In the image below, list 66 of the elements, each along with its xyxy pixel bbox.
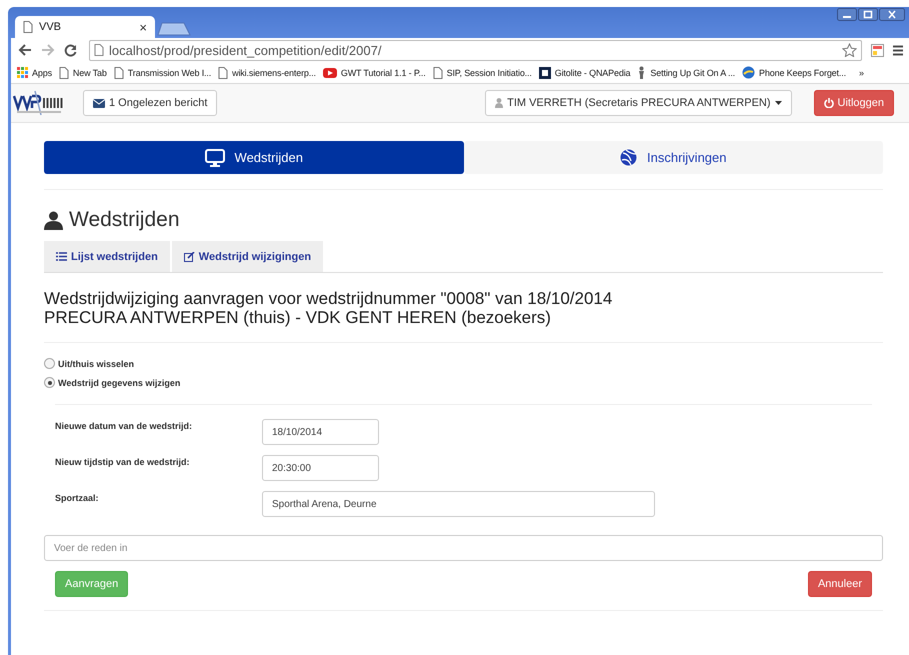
page-icon (218, 66, 228, 78)
figure-icon (637, 66, 646, 79)
minimize-icon[interactable] (837, 8, 857, 21)
reload-icon[interactable] (64, 44, 77, 56)
square-icon (538, 66, 551, 78)
power-icon (824, 98, 834, 108)
input-field[interactable]: Sporthal Arena, Deurne (262, 491, 655, 517)
section-tab[interactable]: Wedstrijden (44, 141, 464, 174)
request-title: Wedstrijdwijziging aanvragen voor wedstrijdnummer "0008" van 18/10/2014 (44, 289, 614, 308)
request-title: PRECURA ANTWERPEN (thuis) - VDK GENT HEREN (bezoekers) (44, 308, 552, 327)
bookmark[interactable]: Transmission Web I... (114, 66, 212, 78)
volleyball-icon (620, 149, 637, 166)
bookmark[interactable]: GWT Tutorial 1.1 - P... (322, 68, 426, 78)
bookmark[interactable]: wiki.siemens-enterp... (218, 66, 316, 78)
radio-button[interactable] (44, 358, 55, 369)
user-icon (44, 210, 63, 230)
envelope-icon (93, 98, 105, 108)
more-bookmarks-button[interactable]: » (858, 68, 864, 78)
maximize-icon[interactable] (858, 8, 878, 21)
caret-icon (774, 101, 782, 105)
list-icon (56, 252, 67, 261)
page-icon (114, 66, 124, 78)
page-icon (94, 44, 104, 56)
back-icon[interactable] (18, 44, 32, 56)
bookmark[interactable]: SIP, Session Initiatio... (432, 66, 532, 78)
field-label: Nieuw tijdstip van de wedstrijd: (55, 456, 191, 467)
bookmark[interactable]: New Tab (58, 66, 107, 78)
sub-tab[interactable]: Wedstrijd wijzigingen (172, 241, 324, 272)
cancel-button[interactable]: Annuleer (808, 571, 872, 597)
play-icon (322, 68, 337, 78)
apps-icon (17, 67, 28, 78)
bookmark[interactable]: Setting Up Git On A ... (637, 66, 736, 79)
address-bar[interactable]: localhost/prod/president_competition/edit/2007/ (89, 40, 862, 60)
field-label: Nieuwe datum van de wedstrijd: (55, 420, 194, 431)
tab-title: VVB (39, 21, 62, 33)
input-field[interactable]: 20:30:00 (262, 455, 379, 481)
star-icon[interactable] (842, 43, 857, 57)
field-label: Sportzaal: (55, 492, 100, 503)
radio-button[interactable] (44, 377, 55, 388)
bookmark[interactable]: Apps (17, 67, 52, 78)
page-icon (23, 21, 33, 33)
page-icon (432, 66, 443, 78)
logout-button[interactable]: Uitloggen (814, 90, 894, 116)
page-icon (58, 66, 69, 78)
reason-field[interactable]: Voer de reden in (44, 535, 883, 561)
input-field[interactable]: 18/10/2014 (262, 419, 379, 445)
new-tab-button[interactable] (157, 22, 191, 36)
bookmark[interactable]: Phone Keeps Forget... (742, 66, 846, 79)
user-dropdown[interactable]: TIM VERRETH (Secretaris PRECURA ANTWERPEN) (485, 90, 792, 116)
close-tab-button[interactable]: × (139, 20, 147, 34)
logo-icon (13, 90, 65, 116)
page-heading: Wedstrijden (69, 208, 180, 232)
menu-icon[interactable] (893, 44, 903, 56)
globe-icon (742, 66, 756, 79)
section-tab[interactable]: Inschrijvingen (464, 141, 883, 174)
bookmark[interactable]: Gitolite - QNAPedia (538, 66, 630, 78)
browser-tab[interactable]: VVB × (15, 16, 155, 38)
messages-button[interactable]: 1 Ongelezen bericht (83, 90, 218, 116)
close-icon[interactable] (879, 8, 905, 21)
radio-label: Wedstrijd gegevens wijzigen (58, 378, 180, 388)
extension-icon[interactable] (871, 44, 884, 56)
monitor-icon (204, 148, 225, 166)
radio-label: Uit/thuis wisselen (58, 358, 134, 368)
user-icon (495, 98, 504, 108)
sub-tab[interactable]: Lijst wedstrijden (44, 241, 170, 272)
edit-icon (184, 252, 195, 262)
